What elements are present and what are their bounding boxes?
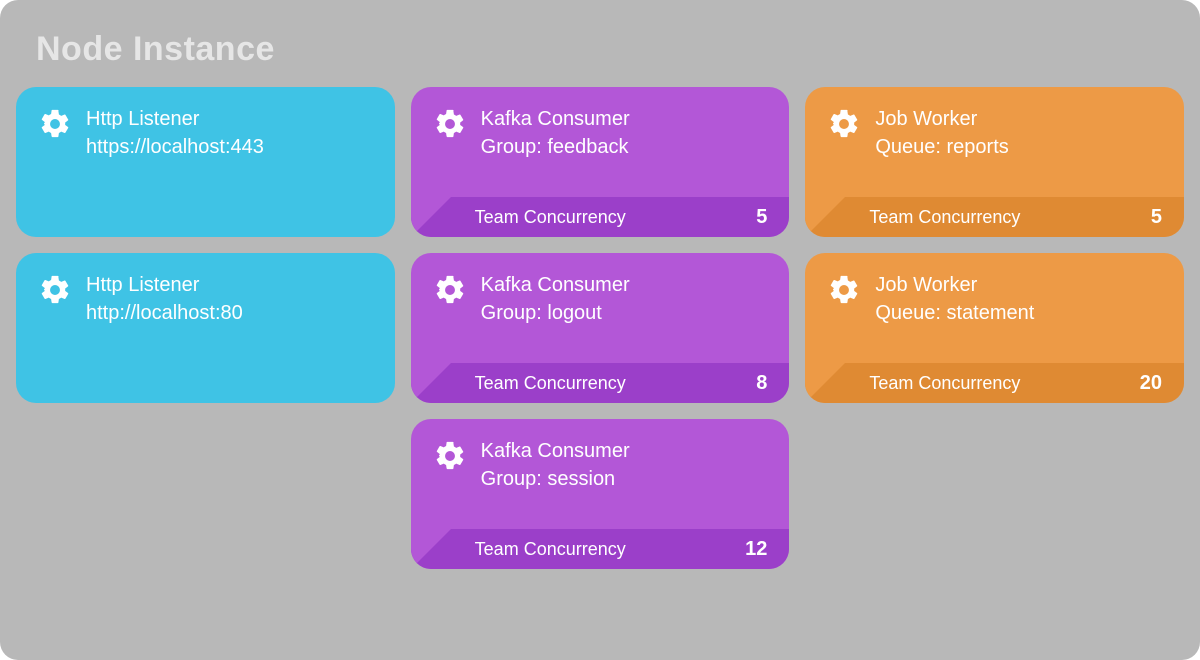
card-title: Kafka Consumer [481,437,630,465]
card-subtitle: Queue: statement [875,299,1034,327]
concurrency-label: Team Concurrency [475,373,757,394]
card-subtitle: Group: session [481,465,630,493]
footer-wedge [411,529,451,569]
card-subtitle: Group: logout [481,299,630,327]
card-kafka-consumer: Kafka Consumer Group: feedback Team Conc… [411,87,790,237]
concurrency-label: Team Concurrency [475,207,757,228]
card-title: Kafka Consumer [481,105,630,133]
footer-wedge [411,363,451,403]
card-kafka-consumer: Kafka Consumer Group: session Team Concu… [411,419,790,569]
concurrency-footer: Team Concurrency 20 [805,363,1184,403]
concurrency-value: 5 [1151,206,1162,229]
card-job-worker: Job Worker Queue: reports Team Concurren… [805,87,1184,237]
gear-icon [827,273,861,307]
concurrency-label: Team Concurrency [869,207,1151,228]
concurrency-value: 20 [1140,372,1162,395]
footer-wedge [805,197,845,237]
gear-icon [433,107,467,141]
page-title: Node Instance [36,30,1184,69]
columns-row: Http Listener https://localhost:443 Http… [16,87,1184,569]
gear-icon [433,273,467,307]
card-title: Http Listener [86,105,264,133]
card-title: Job Worker [875,271,1034,299]
footer-wedge [805,363,845,403]
card-subtitle: https://localhost:443 [86,133,264,161]
concurrency-label: Team Concurrency [475,539,745,560]
column-kafka-consumers: Kafka Consumer Group: feedback Team Conc… [411,87,790,569]
concurrency-footer: Team Concurrency 5 [805,197,1184,237]
concurrency-label: Team Concurrency [869,373,1139,394]
card-http-listener: Http Listener http://localhost:80 [16,253,395,403]
card-title: Kafka Consumer [481,271,630,299]
concurrency-value: 5 [756,206,767,229]
gear-icon [38,273,72,307]
node-instance-canvas: Node Instance Http Listener https://loca… [0,0,1200,660]
column-http-listeners: Http Listener https://localhost:443 Http… [16,87,395,403]
concurrency-footer: Team Concurrency 12 [411,529,790,569]
card-job-worker: Job Worker Queue: statement Team Concurr… [805,253,1184,403]
card-subtitle: Group: feedback [481,133,630,161]
card-http-listener: Http Listener https://localhost:443 [16,87,395,237]
card-subtitle: http://localhost:80 [86,299,243,327]
footer-wedge [411,197,451,237]
gear-icon [433,439,467,473]
concurrency-footer: Team Concurrency 8 [411,363,790,403]
gear-icon [827,107,861,141]
column-job-workers: Job Worker Queue: reports Team Concurren… [805,87,1184,403]
card-title: Http Listener [86,271,243,299]
concurrency-footer: Team Concurrency 5 [411,197,790,237]
gear-icon [38,107,72,141]
concurrency-value: 8 [756,372,767,395]
card-subtitle: Queue: reports [875,133,1008,161]
concurrency-value: 12 [745,538,767,561]
card-kafka-consumer: Kafka Consumer Group: logout Team Concur… [411,253,790,403]
card-title: Job Worker [875,105,1008,133]
